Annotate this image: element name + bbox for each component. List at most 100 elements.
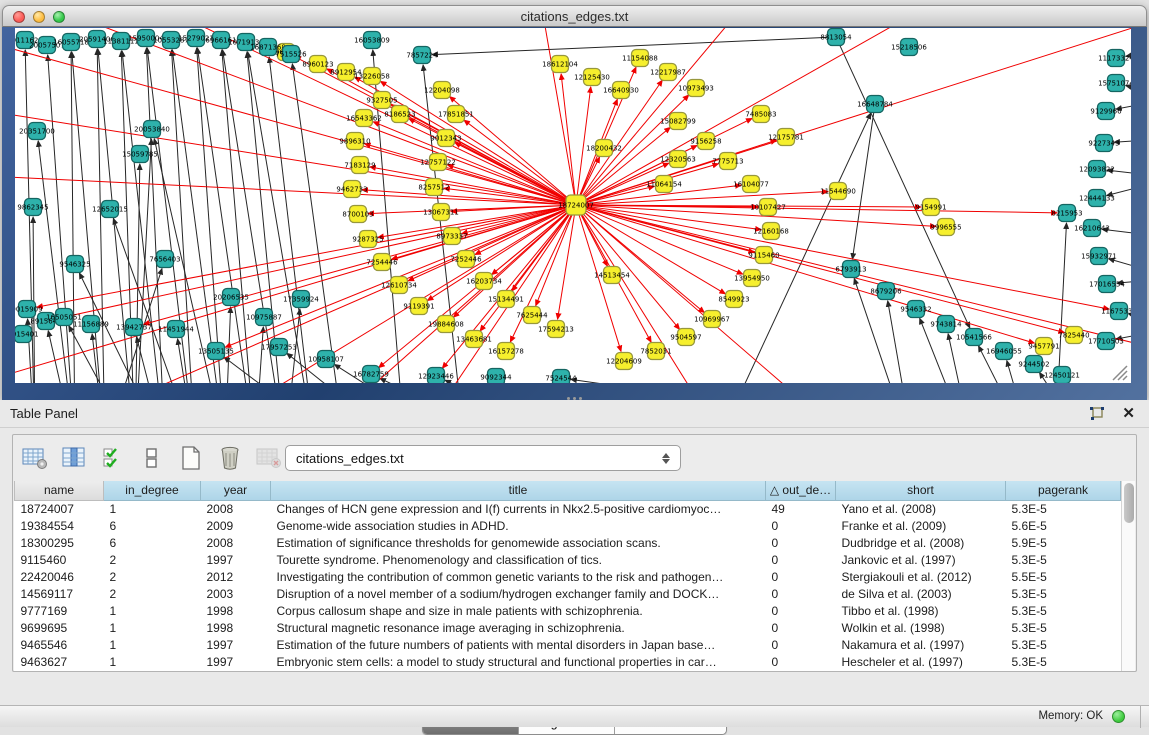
cited-node[interactable]: 18612104 — [542, 56, 578, 73]
cited-node[interactable]: 19884608 — [428, 316, 464, 333]
table-settings-icon[interactable] — [21, 444, 49, 472]
table-row[interactable]: 1938455462009Genome-wide association stu… — [15, 517, 1121, 534]
column-header-name[interactable]: name — [15, 481, 104, 500]
citing-node[interactable]: 9546332 — [900, 301, 931, 318]
cited-node[interactable]: 7254446 — [366, 254, 398, 271]
cited-node[interactable]: 9457791 — [1028, 338, 1059, 355]
citing-node[interactable]: 11451944 — [158, 321, 194, 338]
citing-node[interactable]: 15751074 — [1098, 75, 1131, 92]
column-header-short[interactable]: short — [836, 481, 1006, 500]
cited-node[interactable]: 7775713 — [712, 153, 743, 170]
cited-node[interactable]: 12204098 — [424, 82, 460, 99]
citing-node[interactable]: 7857224 — [406, 47, 438, 64]
cited-node[interactable]: 12217987 — [650, 64, 686, 81]
citing-node[interactable]: 9862345 — [17, 199, 48, 216]
citing-node[interactable]: 12652015 — [92, 201, 128, 218]
cited-node[interactable]: 9504597 — [670, 329, 701, 346]
cited-node[interactable]: 13954950 — [734, 270, 770, 287]
citing-node[interactable]: 11675334 — [1101, 303, 1131, 320]
cited-node[interactable]: 9287325 — [352, 231, 383, 248]
float-panel-icon[interactable] — [1089, 406, 1105, 422]
cited-node[interactable]: 7852031 — [640, 343, 671, 360]
scrollbar-thumb[interactable] — [1124, 483, 1134, 523]
citing-node[interactable]: 17957253 — [261, 339, 297, 356]
cited-node[interactable]: 12204609 — [606, 353, 642, 370]
cited-node[interactable]: 10107427 — [750, 199, 786, 216]
column-header-out_de[interactable]: △ out_de… — [766, 481, 836, 500]
cited-node[interactable]: 7183129 — [344, 157, 375, 174]
table-row[interactable]: 2242004622012Investigating the contribut… — [15, 568, 1121, 585]
citing-node[interactable]: 12093822 — [1079, 161, 1115, 178]
citing-node[interactable]: 12444133 — [1079, 190, 1115, 207]
citing-node[interactable]: 6793913 — [835, 261, 866, 278]
citing-node[interactable]: 17016534 — [1089, 276, 1125, 293]
window-titlebar[interactable]: citations_edges.txt — [2, 5, 1147, 27]
citing-node[interactable]: 8679206 — [870, 283, 902, 300]
citing-node[interactable]: 10975887 — [246, 309, 282, 326]
delete-column-icon[interactable] — [216, 444, 244, 472]
citing-node[interactable]: 15932971 — [1081, 248, 1117, 265]
cited-node[interactable]: 7485083 — [745, 106, 776, 123]
cited-node[interactable]: 15082799 — [660, 113, 696, 130]
citing-node[interactable]: 17710503 — [1088, 333, 1124, 350]
cited-node[interactable]: 13067311 — [423, 204, 459, 221]
table-scrollbar[interactable] — [1121, 481, 1135, 671]
cited-node[interactable]: 11064154 — [646, 176, 682, 193]
column-header-in_degree[interactable]: in_degree — [104, 481, 201, 500]
create-column-icon[interactable] — [177, 444, 205, 472]
citing-node[interactable]: 9129966 — [1090, 103, 1122, 120]
close-panel-icon[interactable]: ✕ — [1122, 404, 1135, 422]
table-row[interactable]: 1456911722003Disruption of a novel membe… — [15, 585, 1121, 602]
cited-node[interactable]: 16104077 — [733, 176, 769, 193]
citing-node[interactable]: 20206535 — [213, 289, 249, 306]
column-checklist-icon[interactable] — [99, 444, 127, 472]
cited-node[interactable]: 18200432 — [586, 140, 622, 157]
citing-node[interactable]: 10541566 — [956, 329, 992, 346]
citing-node[interactable]: 3915401 — [15, 326, 39, 343]
cited-node[interactable]: 12175781 — [768, 129, 804, 146]
citing-node[interactable]: 7656403 — [149, 251, 180, 268]
table-row[interactable]: 911546021997Tourette syndrome. Phenomeno… — [15, 551, 1121, 568]
citing-node[interactable]: 20351700 — [19, 123, 55, 140]
cited-node[interactable]: 12757122 — [420, 154, 456, 171]
citing-node[interactable]: 9244502 — [1018, 356, 1049, 373]
cited-node[interactable]: 10969967 — [694, 311, 730, 328]
cited-node[interactable]: 17851851 — [438, 106, 474, 123]
cited-node[interactable]: 16157278 — [488, 343, 524, 360]
row-height-icon[interactable] — [138, 444, 166, 472]
table-selector-dropdown[interactable]: citations_edges.txt — [285, 445, 681, 471]
citing-node[interactable]: 15059785 — [122, 146, 158, 163]
citing-node[interactable]: 9546325 — [59, 256, 90, 273]
citing-node[interactable]: 7524544 — [545, 370, 577, 384]
resize-grip[interactable] — [1113, 366, 1127, 380]
citing-node[interactable]: 16053809 — [354, 32, 390, 49]
column-header-year[interactable]: year — [201, 481, 271, 500]
citing-node[interactable]: 9227343 — [1088, 135, 1119, 152]
cited-node[interactable]: 10973493 — [678, 80, 714, 97]
delete-table-icon[interactable] — [255, 444, 283, 472]
cited-node[interactable]: 11154088 — [622, 50, 658, 67]
cited-node[interactable]: 11544690 — [820, 183, 856, 200]
cited-node[interactable]: 12160168 — [753, 223, 789, 240]
citing-node[interactable]: 16946055 — [986, 343, 1022, 360]
citing-node[interactable]: 8215953 — [1051, 205, 1082, 222]
citing-node[interactable]: 8813054 — [820, 29, 852, 46]
network-canvas[interactable]: 1872400779638228960123891295413226058932… — [15, 28, 1131, 383]
cited-node[interactable]: 7825440 — [1058, 327, 1089, 344]
cited-node[interactable]: 9996555 — [930, 219, 961, 236]
citing-node[interactable]: 12450121 — [1044, 367, 1080, 384]
select-columns-icon[interactable] — [60, 444, 88, 472]
cited-node[interactable]: 12125430 — [574, 69, 610, 86]
citing-node[interactable]: 9092344 — [480, 369, 512, 384]
cited-node[interactable]: 9119391 — [403, 298, 434, 315]
citing-node[interactable]: 16648784 — [857, 96, 893, 113]
cited-node[interactable]: 7625444 — [516, 307, 548, 324]
cited-node[interactable]: 9154991 — [915, 199, 946, 216]
cited-node[interactable]: 16640930 — [603, 82, 639, 99]
table-row[interactable]: 1830029562008Estimation of significance … — [15, 534, 1121, 551]
column-header-pagerank[interactable]: pagerank — [1006, 481, 1121, 500]
column-header-title[interactable]: title — [271, 481, 766, 500]
table-row[interactable]: 969969511998Structural magnetic resonanc… — [15, 620, 1121, 637]
citing-node[interactable]: 11173324 — [1098, 50, 1131, 67]
citing-node[interactable]: 15218506 — [891, 39, 927, 56]
